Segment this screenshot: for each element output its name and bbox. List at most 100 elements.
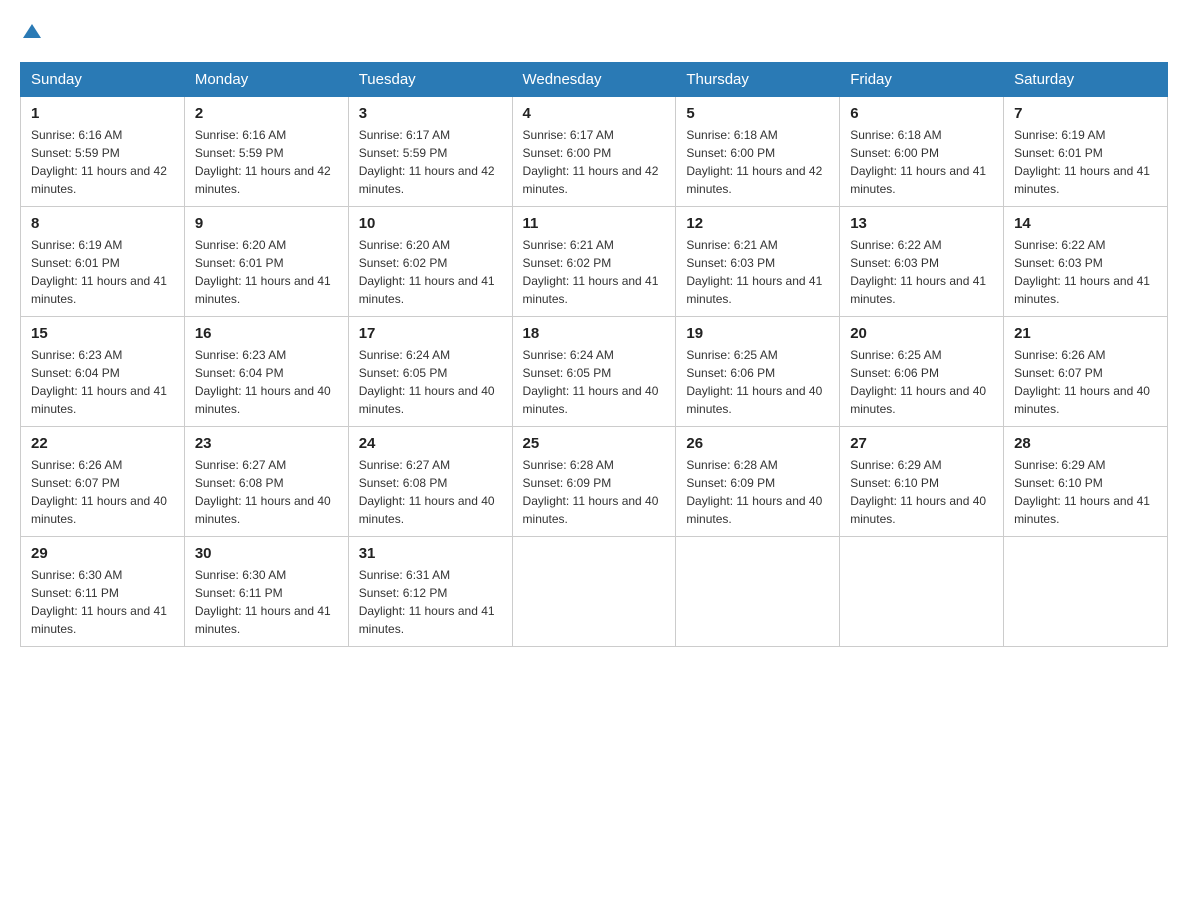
sunrise-label: Sunrise: 6:16 AM xyxy=(195,128,286,142)
day-number: 5 xyxy=(686,105,829,122)
sunset-label: Sunset: 6:08 PM xyxy=(359,476,448,490)
day-number: 12 xyxy=(686,215,829,232)
sunrise-label: Sunrise: 6:26 AM xyxy=(1014,348,1105,362)
daylight-label: Daylight: 11 hours and 40 minutes. xyxy=(1014,384,1150,416)
sunrise-label: Sunrise: 6:24 AM xyxy=(359,348,450,362)
sunrise-label: Sunrise: 6:16 AM xyxy=(31,128,122,142)
day-number: 14 xyxy=(1014,215,1157,232)
calendar-cell: 13 Sunrise: 6:22 AM Sunset: 6:03 PM Dayl… xyxy=(840,207,1004,317)
week-row-4: 22 Sunrise: 6:26 AM Sunset: 6:07 PM Dayl… xyxy=(21,427,1168,537)
day-info: Sunrise: 6:22 AM Sunset: 6:03 PM Dayligh… xyxy=(850,236,993,308)
sunrise-label: Sunrise: 6:25 AM xyxy=(850,348,941,362)
sunset-label: Sunset: 5:59 PM xyxy=(195,146,284,160)
day-info: Sunrise: 6:22 AM Sunset: 6:03 PM Dayligh… xyxy=(1014,236,1157,308)
day-number: 28 xyxy=(1014,435,1157,452)
calendar-cell xyxy=(1004,537,1168,647)
day-number: 6 xyxy=(850,105,993,122)
sunset-label: Sunset: 6:01 PM xyxy=(31,256,120,270)
calendar-cell: 10 Sunrise: 6:20 AM Sunset: 6:02 PM Dayl… xyxy=(348,207,512,317)
day-info: Sunrise: 6:20 AM Sunset: 6:02 PM Dayligh… xyxy=(359,236,502,308)
day-info: Sunrise: 6:29 AM Sunset: 6:10 PM Dayligh… xyxy=(1014,456,1157,528)
sunrise-label: Sunrise: 6:22 AM xyxy=(850,238,941,252)
calendar-cell: 20 Sunrise: 6:25 AM Sunset: 6:06 PM Dayl… xyxy=(840,317,1004,427)
sunrise-label: Sunrise: 6:17 AM xyxy=(523,128,614,142)
calendar-cell: 4 Sunrise: 6:17 AM Sunset: 6:00 PM Dayli… xyxy=(512,97,676,207)
day-number: 2 xyxy=(195,105,338,122)
sunrise-label: Sunrise: 6:23 AM xyxy=(195,348,286,362)
daylight-label: Daylight: 11 hours and 40 minutes. xyxy=(31,494,167,526)
day-number: 22 xyxy=(31,435,174,452)
sunset-label: Sunset: 6:07 PM xyxy=(1014,366,1103,380)
calendar-cell: 6 Sunrise: 6:18 AM Sunset: 6:00 PM Dayli… xyxy=(840,97,1004,207)
daylight-label: Daylight: 11 hours and 40 minutes. xyxy=(195,494,331,526)
sunrise-label: Sunrise: 6:18 AM xyxy=(850,128,941,142)
sunset-label: Sunset: 6:00 PM xyxy=(523,146,612,160)
calendar-cell: 11 Sunrise: 6:21 AM Sunset: 6:02 PM Dayl… xyxy=(512,207,676,317)
daylight-label: Daylight: 11 hours and 41 minutes. xyxy=(31,274,167,306)
day-number: 19 xyxy=(686,325,829,342)
calendar-table: Sunday Monday Tuesday Wednesday Thursday… xyxy=(20,62,1168,647)
calendar-cell: 9 Sunrise: 6:20 AM Sunset: 6:01 PM Dayli… xyxy=(184,207,348,317)
sunrise-label: Sunrise: 6:26 AM xyxy=(31,458,122,472)
daylight-label: Daylight: 11 hours and 41 minutes. xyxy=(850,274,986,306)
week-row-3: 15 Sunrise: 6:23 AM Sunset: 6:04 PM Dayl… xyxy=(21,317,1168,427)
daylight-label: Daylight: 11 hours and 40 minutes. xyxy=(359,384,495,416)
daylight-label: Daylight: 11 hours and 41 minutes. xyxy=(1014,164,1150,196)
day-info: Sunrise: 6:27 AM Sunset: 6:08 PM Dayligh… xyxy=(359,456,502,528)
daylight-label: Daylight: 11 hours and 41 minutes. xyxy=(686,274,822,306)
day-number: 26 xyxy=(686,435,829,452)
sunset-label: Sunset: 6:02 PM xyxy=(359,256,448,270)
sunrise-label: Sunrise: 6:19 AM xyxy=(31,238,122,252)
day-number: 29 xyxy=(31,545,174,562)
day-info: Sunrise: 6:28 AM Sunset: 6:09 PM Dayligh… xyxy=(523,456,666,528)
day-info: Sunrise: 6:26 AM Sunset: 6:07 PM Dayligh… xyxy=(1014,346,1157,418)
sunset-label: Sunset: 6:11 PM xyxy=(31,586,119,600)
sunrise-label: Sunrise: 6:22 AM xyxy=(1014,238,1105,252)
day-number: 1 xyxy=(31,105,174,122)
day-info: Sunrise: 6:16 AM Sunset: 5:59 PM Dayligh… xyxy=(31,126,174,198)
day-info: Sunrise: 6:24 AM Sunset: 6:05 PM Dayligh… xyxy=(359,346,502,418)
calendar-cell: 1 Sunrise: 6:16 AM Sunset: 5:59 PM Dayli… xyxy=(21,97,185,207)
sunrise-label: Sunrise: 6:27 AM xyxy=(195,458,286,472)
day-info: Sunrise: 6:16 AM Sunset: 5:59 PM Dayligh… xyxy=(195,126,338,198)
day-number: 11 xyxy=(523,215,666,232)
sunrise-label: Sunrise: 6:31 AM xyxy=(359,568,450,582)
day-info: Sunrise: 6:24 AM Sunset: 6:05 PM Dayligh… xyxy=(523,346,666,418)
day-info: Sunrise: 6:21 AM Sunset: 6:02 PM Dayligh… xyxy=(523,236,666,308)
daylight-label: Daylight: 11 hours and 41 minutes. xyxy=(1014,274,1150,306)
day-info: Sunrise: 6:21 AM Sunset: 6:03 PM Dayligh… xyxy=(686,236,829,308)
daylight-label: Daylight: 11 hours and 40 minutes. xyxy=(850,384,986,416)
sunset-label: Sunset: 5:59 PM xyxy=(359,146,448,160)
daylight-label: Daylight: 11 hours and 41 minutes. xyxy=(195,604,331,636)
calendar-cell: 26 Sunrise: 6:28 AM Sunset: 6:09 PM Dayl… xyxy=(676,427,840,537)
daylight-label: Daylight: 11 hours and 42 minutes. xyxy=(686,164,822,196)
sunrise-label: Sunrise: 6:19 AM xyxy=(1014,128,1105,142)
col-monday: Monday xyxy=(184,63,348,97)
sunrise-label: Sunrise: 6:20 AM xyxy=(359,238,450,252)
daylight-label: Daylight: 11 hours and 42 minutes. xyxy=(359,164,495,196)
calendar-cell xyxy=(512,537,676,647)
sunrise-label: Sunrise: 6:30 AM xyxy=(195,568,286,582)
daylight-label: Daylight: 11 hours and 40 minutes. xyxy=(686,384,822,416)
calendar-cell: 19 Sunrise: 6:25 AM Sunset: 6:06 PM Dayl… xyxy=(676,317,840,427)
sunrise-label: Sunrise: 6:25 AM xyxy=(686,348,777,362)
sunset-label: Sunset: 6:00 PM xyxy=(686,146,775,160)
sunset-label: Sunset: 6:03 PM xyxy=(850,256,939,270)
col-wednesday: Wednesday xyxy=(512,63,676,97)
page-header xyxy=(20,20,1168,42)
day-number: 3 xyxy=(359,105,502,122)
day-info: Sunrise: 6:17 AM Sunset: 5:59 PM Dayligh… xyxy=(359,126,502,198)
day-info: Sunrise: 6:30 AM Sunset: 6:11 PM Dayligh… xyxy=(31,566,174,638)
daylight-label: Daylight: 11 hours and 41 minutes. xyxy=(850,164,986,196)
day-info: Sunrise: 6:26 AM Sunset: 6:07 PM Dayligh… xyxy=(31,456,174,528)
daylight-label: Daylight: 11 hours and 40 minutes. xyxy=(523,384,659,416)
daylight-label: Daylight: 11 hours and 41 minutes. xyxy=(195,274,331,306)
sunrise-label: Sunrise: 6:17 AM xyxy=(359,128,450,142)
day-info: Sunrise: 6:25 AM Sunset: 6:06 PM Dayligh… xyxy=(850,346,993,418)
daylight-label: Daylight: 11 hours and 41 minutes. xyxy=(523,274,659,306)
sunrise-label: Sunrise: 6:18 AM xyxy=(686,128,777,142)
daylight-label: Daylight: 11 hours and 40 minutes. xyxy=(195,384,331,416)
calendar-cell: 23 Sunrise: 6:27 AM Sunset: 6:08 PM Dayl… xyxy=(184,427,348,537)
week-row-2: 8 Sunrise: 6:19 AM Sunset: 6:01 PM Dayli… xyxy=(21,207,1168,317)
sunset-label: Sunset: 6:06 PM xyxy=(686,366,775,380)
